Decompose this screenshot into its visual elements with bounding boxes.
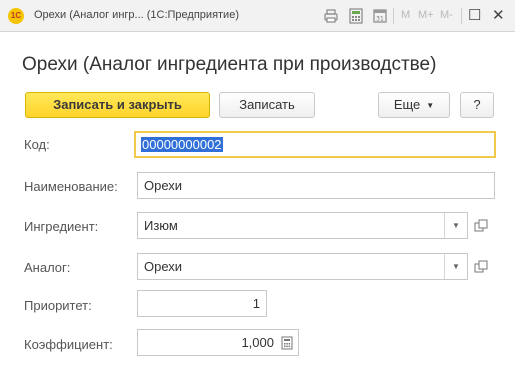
close-icon[interactable]: ✕ — [492, 6, 505, 24]
svg-text:31: 31 — [376, 16, 384, 23]
restore-icon[interactable]: ☐ — [468, 6, 481, 24]
ingredient-dropdown-icon[interactable]: ▼ — [444, 213, 467, 238]
priority-label: Приоритет: — [24, 298, 92, 313]
analog-open-icon[interactable] — [474, 260, 488, 274]
ingredient-field[interactable]: Изюм ▼ — [137, 212, 488, 239]
calendar-icon[interactable]: 31 — [371, 7, 389, 25]
more-button-label: Еще — [393, 97, 421, 112]
analog-field[interactable]: Орехи ▼ — [137, 253, 488, 280]
name-field[interactable]: Орехи — [137, 172, 495, 199]
ingredient-value: Изюм — [144, 218, 178, 233]
code-value: 00000000002 — [141, 137, 223, 152]
analog-value: Орехи — [144, 259, 183, 274]
ingredient-label: Ингредиент: — [24, 219, 99, 234]
calculator-icon[interactable] — [280, 336, 294, 350]
save-and-close-button[interactable]: Записать и закрыть — [25, 92, 210, 118]
toolbar-separator — [461, 8, 462, 24]
calculator-icon[interactable] — [347, 7, 365, 25]
app-logo-icon: 1С — [8, 8, 24, 24]
analog-dropdown-icon[interactable]: ▼ — [444, 254, 467, 279]
name-label: Наименование: — [24, 179, 118, 194]
save-button[interactable]: Записать — [219, 92, 315, 118]
print-icon[interactable] — [322, 7, 340, 25]
more-button[interactable]: Еще ▼ — [378, 92, 450, 118]
memory-plus-button[interactable]: M+ — [418, 9, 434, 21]
help-button[interactable]: ? — [460, 92, 494, 118]
coefficient-field[interactable]: 1,000 — [137, 329, 299, 356]
toolbar-separator — [393, 8, 394, 24]
form-title: Орехи (Аналог ингредиента при производст… — [22, 54, 437, 75]
code-label: Код: — [24, 137, 50, 152]
coefficient-value: 1,000 — [241, 335, 274, 350]
priority-field[interactable]: 1 — [137, 290, 267, 317]
ingredient-open-icon[interactable] — [474, 219, 488, 233]
memory-button[interactable]: M — [401, 9, 410, 21]
coefficient-label: Коэффициент: — [24, 337, 113, 352]
analog-label: Аналог: — [24, 260, 71, 275]
memory-minus-button[interactable]: M- — [440, 9, 453, 21]
code-field[interactable]: 00000000002 — [134, 131, 496, 158]
chevron-down-icon: ▼ — [426, 101, 435, 110]
window-title: Орехи (Аналог ингр... (1С:Предприятие) — [34, 9, 239, 21]
window-titlebar: 1С Орехи (Аналог ингр... (1С:Предприятие… — [0, 0, 515, 32]
